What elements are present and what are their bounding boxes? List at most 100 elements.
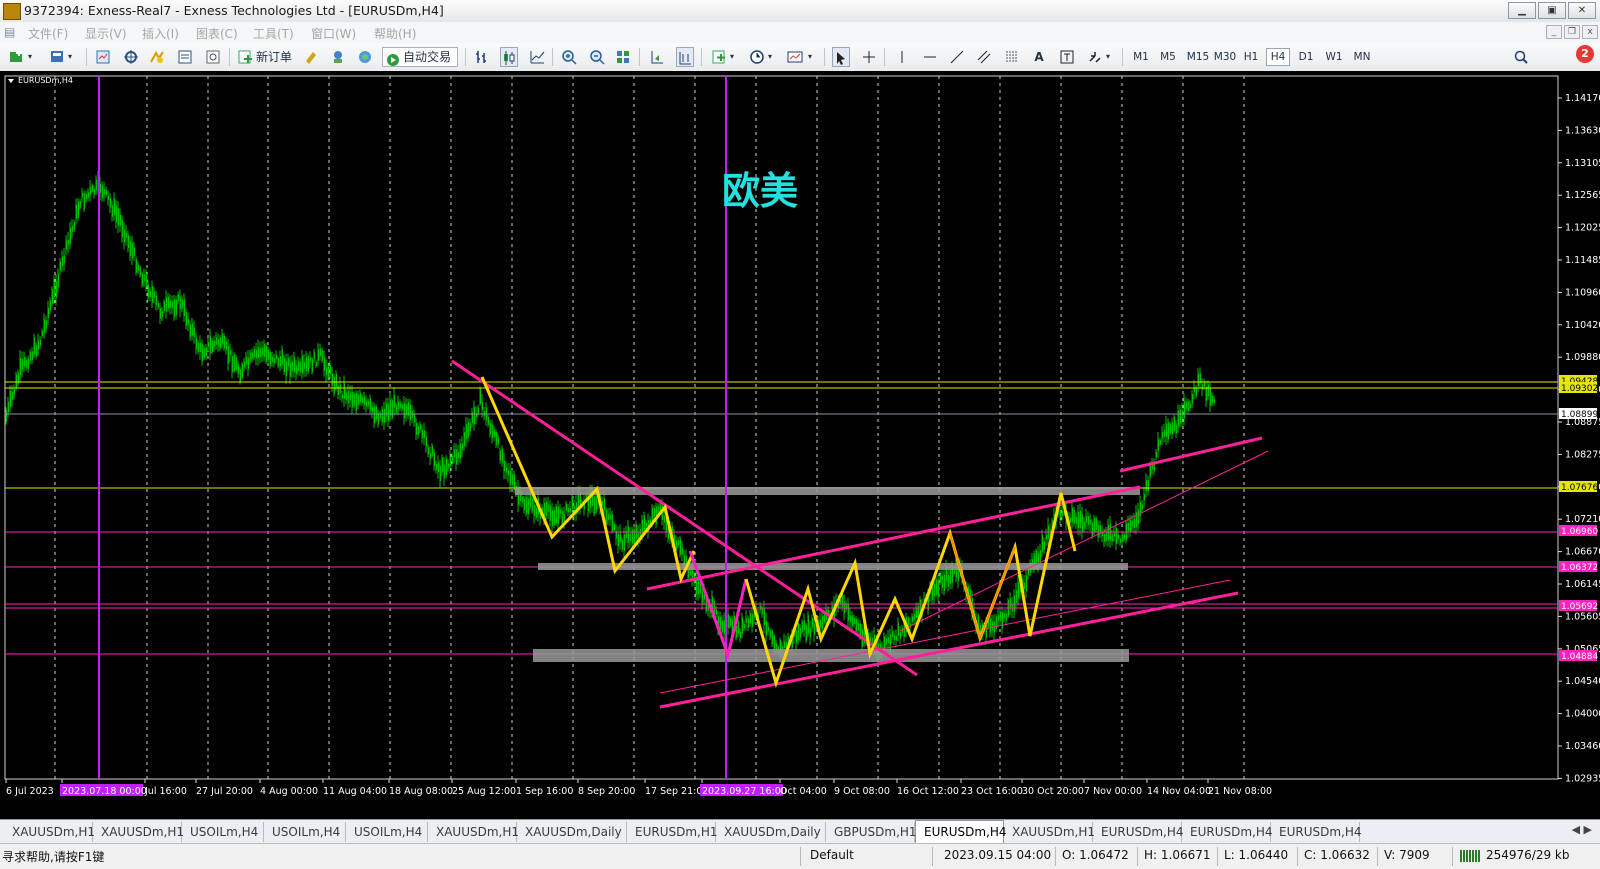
chevron-down-icon[interactable]: ▾ (728, 47, 736, 67)
chart-tab[interactable]: EURUSDm,H4 (1271, 822, 1362, 842)
chevron-down-icon[interactable]: ▾ (806, 47, 814, 67)
timeframe-w1[interactable]: W1 (1322, 48, 1346, 66)
search-icon[interactable] (1512, 47, 1530, 67)
menu-file[interactable]: 文件(F) (28, 25, 68, 42)
timeframe-m30[interactable]: M30 (1211, 48, 1239, 66)
menu-charts[interactable]: 图表(C) (196, 25, 238, 42)
chart-tab[interactable]: USOILm,H4 (182, 822, 264, 842)
chart-tab[interactable]: XAUUSDm,Daily (517, 822, 627, 842)
timeframe-mn[interactable]: MN (1349, 48, 1375, 66)
notification-badge[interactable]: 2 (1576, 45, 1594, 63)
fibonacci-icon[interactable] (1003, 47, 1021, 67)
candle-body (851, 615, 854, 626)
chart-tab[interactable]: XAUUSDm,Daily (716, 822, 826, 842)
menu-insert[interactable]: 插入(I) (142, 25, 179, 42)
candle-body (375, 406, 378, 420)
menu-tools[interactable]: 工具(T) (253, 25, 294, 42)
menu-window[interactable]: 窗口(W) (311, 25, 356, 42)
timeframe-d1[interactable]: D1 (1294, 48, 1318, 66)
text-label-icon[interactable] (1058, 47, 1076, 67)
menu-help[interactable]: 帮助(H) (374, 25, 416, 42)
terminal-icon[interactable] (176, 47, 194, 67)
new-order-button[interactable]: 新订单 (254, 47, 294, 67)
candle-body (263, 344, 266, 357)
zoom-out-icon[interactable] (588, 47, 606, 67)
zoom-in-icon[interactable] (560, 47, 578, 67)
tab-scroll-arrows[interactable]: ◀ ▶ (1572, 823, 1592, 836)
periods-clock-icon[interactable] (748, 47, 766, 67)
chart-tab[interactable]: XAUUSDm,H1 (1004, 822, 1095, 842)
menu-view[interactable]: 显示(V) (85, 25, 127, 42)
chart-tab[interactable]: XAUUSDm,H1 (93, 822, 184, 842)
candle-body (397, 401, 400, 410)
mdi-minimize-button[interactable]: _ (1546, 25, 1562, 39)
candle-body (445, 458, 448, 476)
timeframe-m5[interactable]: M5 (1156, 48, 1180, 66)
candle-body (555, 506, 558, 525)
line-chart-icon[interactable] (528, 47, 546, 67)
profiles-icon[interactable] (48, 47, 66, 67)
minimize-button[interactable]: ▁ (1508, 2, 1536, 19)
market-watch-icon[interactable] (94, 47, 112, 67)
strategy-tester-icon[interactable] (204, 47, 222, 67)
new-chart-icon[interactable] (8, 47, 26, 67)
chevron-down-icon[interactable]: ▾ (26, 47, 34, 67)
candle-body (1093, 518, 1096, 533)
auto-scroll-icon[interactable] (648, 47, 666, 67)
chart-shift-icon[interactable] (676, 47, 694, 67)
navigator-icon[interactable] (148, 47, 166, 67)
bar-chart-icon[interactable] (472, 47, 490, 67)
timeframe-m15[interactable]: M15 (1184, 48, 1212, 66)
timeframe-h4[interactable]: H4 (1266, 48, 1290, 66)
horizontal-line-icon[interactable] (921, 47, 939, 67)
candle-body (739, 631, 742, 639)
candle-body (1201, 384, 1204, 390)
data-window-icon[interactable] (122, 47, 140, 67)
auto-trading-button[interactable]: 自动交易 (382, 47, 458, 67)
candle-body (617, 534, 620, 547)
candle-body (895, 635, 898, 641)
chart-tab[interactable]: XAUUSDm,H1 (428, 822, 519, 842)
metaeditor-icon[interactable] (302, 47, 320, 67)
maximize-button[interactable]: ▣ (1538, 2, 1566, 19)
crosshair-icon[interactable] (860, 47, 878, 67)
arrows-icon[interactable] (1086, 47, 1104, 67)
mdi-close-button[interactable]: x (1582, 25, 1598, 39)
market-icon[interactable] (356, 47, 374, 67)
chevron-down-icon[interactable]: ▾ (766, 47, 774, 67)
chevron-down-icon[interactable]: ▾ (66, 47, 74, 67)
templates-icon[interactable] (786, 47, 804, 67)
chart-window[interactable]: 1.14170 1.13630 1.13105 1.12565 1.12025 1.114… (0, 71, 1600, 819)
tile-windows-icon[interactable] (614, 47, 632, 67)
candle-body (181, 299, 184, 309)
toolbar-separator (86, 48, 87, 66)
indicators-icon[interactable] (710, 47, 728, 67)
chart-tab[interactable]: EURUSDm,H1 (627, 822, 718, 842)
candle-body (55, 281, 58, 299)
cursor-icon[interactable] (832, 47, 850, 67)
equidistant-channel-icon[interactable] (975, 47, 993, 67)
chart-tab[interactable]: EURUSDm,H4 (915, 820, 1007, 844)
price-chart[interactable]: 1.14170 1.13630 1.13105 1.12565 1.12025 1.114… (0, 71, 1600, 819)
chart-tab[interactable]: EURUSDm,H4 (1093, 822, 1184, 842)
chevron-down-icon[interactable]: ▾ (1104, 47, 1112, 67)
candle-body (911, 616, 914, 623)
close-button[interactable]: ✕ (1568, 2, 1596, 19)
vertical-line-icon[interactable] (893, 47, 911, 67)
trendline-icon[interactable] (948, 47, 966, 67)
chart-tab[interactable]: XAUUSDm,H1 (4, 822, 95, 842)
mdi-restore-button[interactable]: ❐ (1564, 25, 1580, 39)
chart-tab[interactable]: EURUSDm,H4 (1182, 822, 1273, 842)
signals-icon[interactable] (329, 47, 347, 67)
timeframe-m1[interactable]: M1 (1129, 48, 1153, 66)
chart-tab[interactable]: GBPUSDm,H1 (826, 822, 917, 842)
timeframe-h1[interactable]: H1 (1239, 48, 1263, 66)
text-tool-button[interactable]: A (1030, 47, 1048, 67)
new-order-icon[interactable] (236, 47, 254, 67)
chart-tab[interactable]: USOILm,H4 (264, 822, 346, 842)
candle-body (71, 225, 74, 232)
chart-tab[interactable]: USOILm,H4 (346, 822, 428, 842)
candle-body (337, 386, 340, 395)
candlestick-icon[interactable] (500, 47, 518, 67)
price-axis-label: 1.07210 (1565, 514, 1600, 525)
